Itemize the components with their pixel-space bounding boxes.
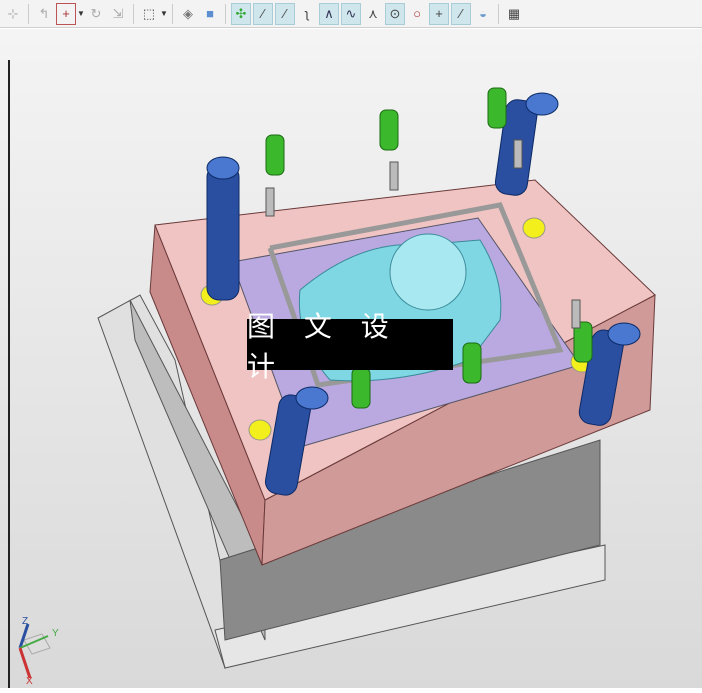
z-axis-label: Z: [22, 616, 29, 627]
axis-triad-icon: [18, 623, 51, 679]
watermark-banner: 图 文 设 计: [247, 310, 453, 383]
view-triad[interactable]: Z Y X: [8, 616, 68, 688]
x-axis-label: X: [26, 676, 33, 687]
y-axis-label: Y: [52, 628, 59, 639]
